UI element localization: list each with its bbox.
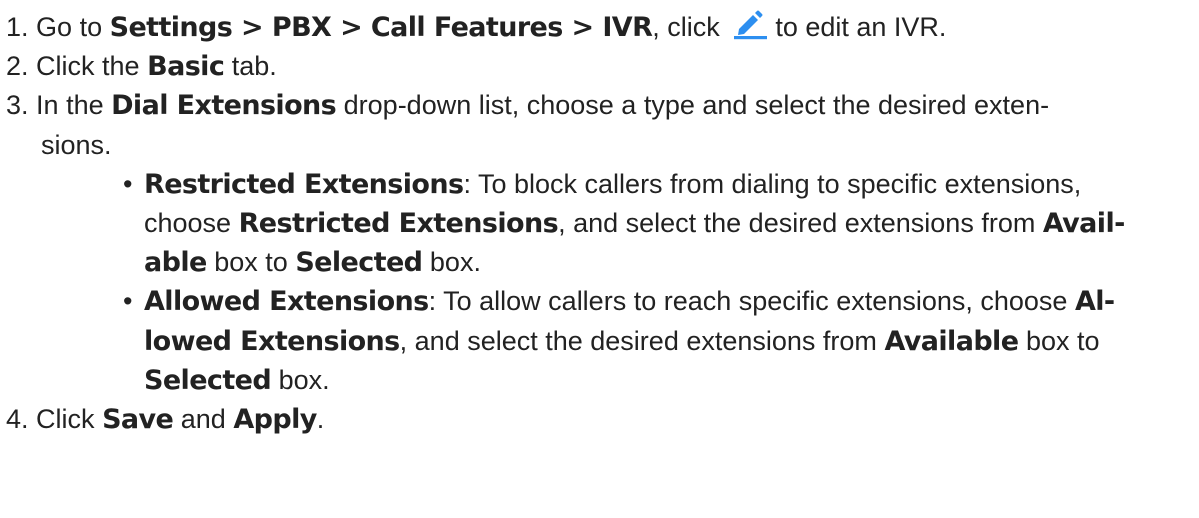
menu-path: Settings > PBX > Call Features > IVR [109, 12, 653, 43]
bullet-restricted-continued-2: able box to Selected box. [0, 243, 1199, 282]
tab-name: Basic [147, 51, 225, 83]
instruction-document: 1. Go to Settings > PBX > Call Features … [0, 0, 1199, 439]
step-text: Go to [36, 12, 103, 42]
button-name: Apply [233, 403, 317, 435]
step-4: 4. Click Save and Apply. [0, 400, 1199, 439]
bullet-text: box to [214, 247, 288, 278]
bullet-restricted-continued: choose Restricted Extensions, and select… [0, 204, 1199, 243]
bullet-text: : To allow callers to reach specific ext… [428, 286, 1068, 317]
bullet-text: box to [1025, 325, 1100, 356]
option-term: lowed Extensions [144, 325, 400, 357]
field-name: Dial Extensions [111, 90, 337, 122]
option-term: Allowed Extensions [144, 286, 429, 318]
bullet-text: box. [278, 364, 330, 395]
box-name: able [144, 247, 207, 279]
step-3: 3. In the Dial Extensions drop-down list… [0, 86, 1199, 125]
option-term: Restricted Extensions [144, 168, 464, 200]
box-name: Avail- [1042, 207, 1125, 239]
step-text: Click the [36, 51, 140, 82]
step-text: . [316, 403, 325, 434]
bullet-allowed: • Allowed Extensions: To allow callers to… [0, 282, 1199, 321]
step-1: 1. Go to Settings > PBX > Call Features … [0, 8, 1199, 47]
bullet-allowed-continued: lowed Extensions, and select the desired… [0, 322, 1199, 361]
step-text: tab. [231, 51, 277, 82]
bullet-dot-icon: • [123, 168, 133, 199]
step-3-continued: sions. [0, 126, 1199, 165]
button-name: Save [102, 403, 174, 435]
bullet-dot-icon: • [123, 286, 133, 317]
bullet-text: : To block callers from dialing to speci… [463, 168, 1082, 199]
bullet-text: choose [144, 207, 232, 238]
option-term: Al- [1074, 286, 1115, 318]
box-name: Selected [144, 364, 272, 396]
step-2: 2. Click the Basic tab. [0, 47, 1199, 86]
box-name: Selected [295, 247, 423, 279]
step-text: drop-down list, choose a type and select… [343, 90, 1050, 121]
option-term: Restricted Extensions [238, 207, 559, 239]
box-name: Available [884, 325, 1019, 357]
step-text: , click [652, 12, 720, 42]
pencil-edit-icon [734, 10, 768, 40]
step-number: 3. [6, 90, 29, 121]
bullet-restricted: • Restricted Extensions: To block callers… [0, 165, 1199, 204]
step-text: sions. [41, 129, 112, 160]
step-text: to edit an IVR. [775, 12, 947, 42]
step-text: In the [36, 90, 104, 121]
bullet-allowed-continued-2: Selected box. [0, 361, 1199, 400]
bullet-text: , and select the desired extensions from [558, 207, 1036, 238]
step-number: 1. [6, 12, 29, 42]
step-text: Click [36, 403, 95, 434]
bullet-text: , and select the desired extensions from [399, 325, 877, 356]
bullet-text: box. [429, 247, 481, 278]
step-number: 4. [6, 403, 29, 434]
step-text: and [180, 403, 226, 434]
step-number: 2. [6, 51, 29, 82]
